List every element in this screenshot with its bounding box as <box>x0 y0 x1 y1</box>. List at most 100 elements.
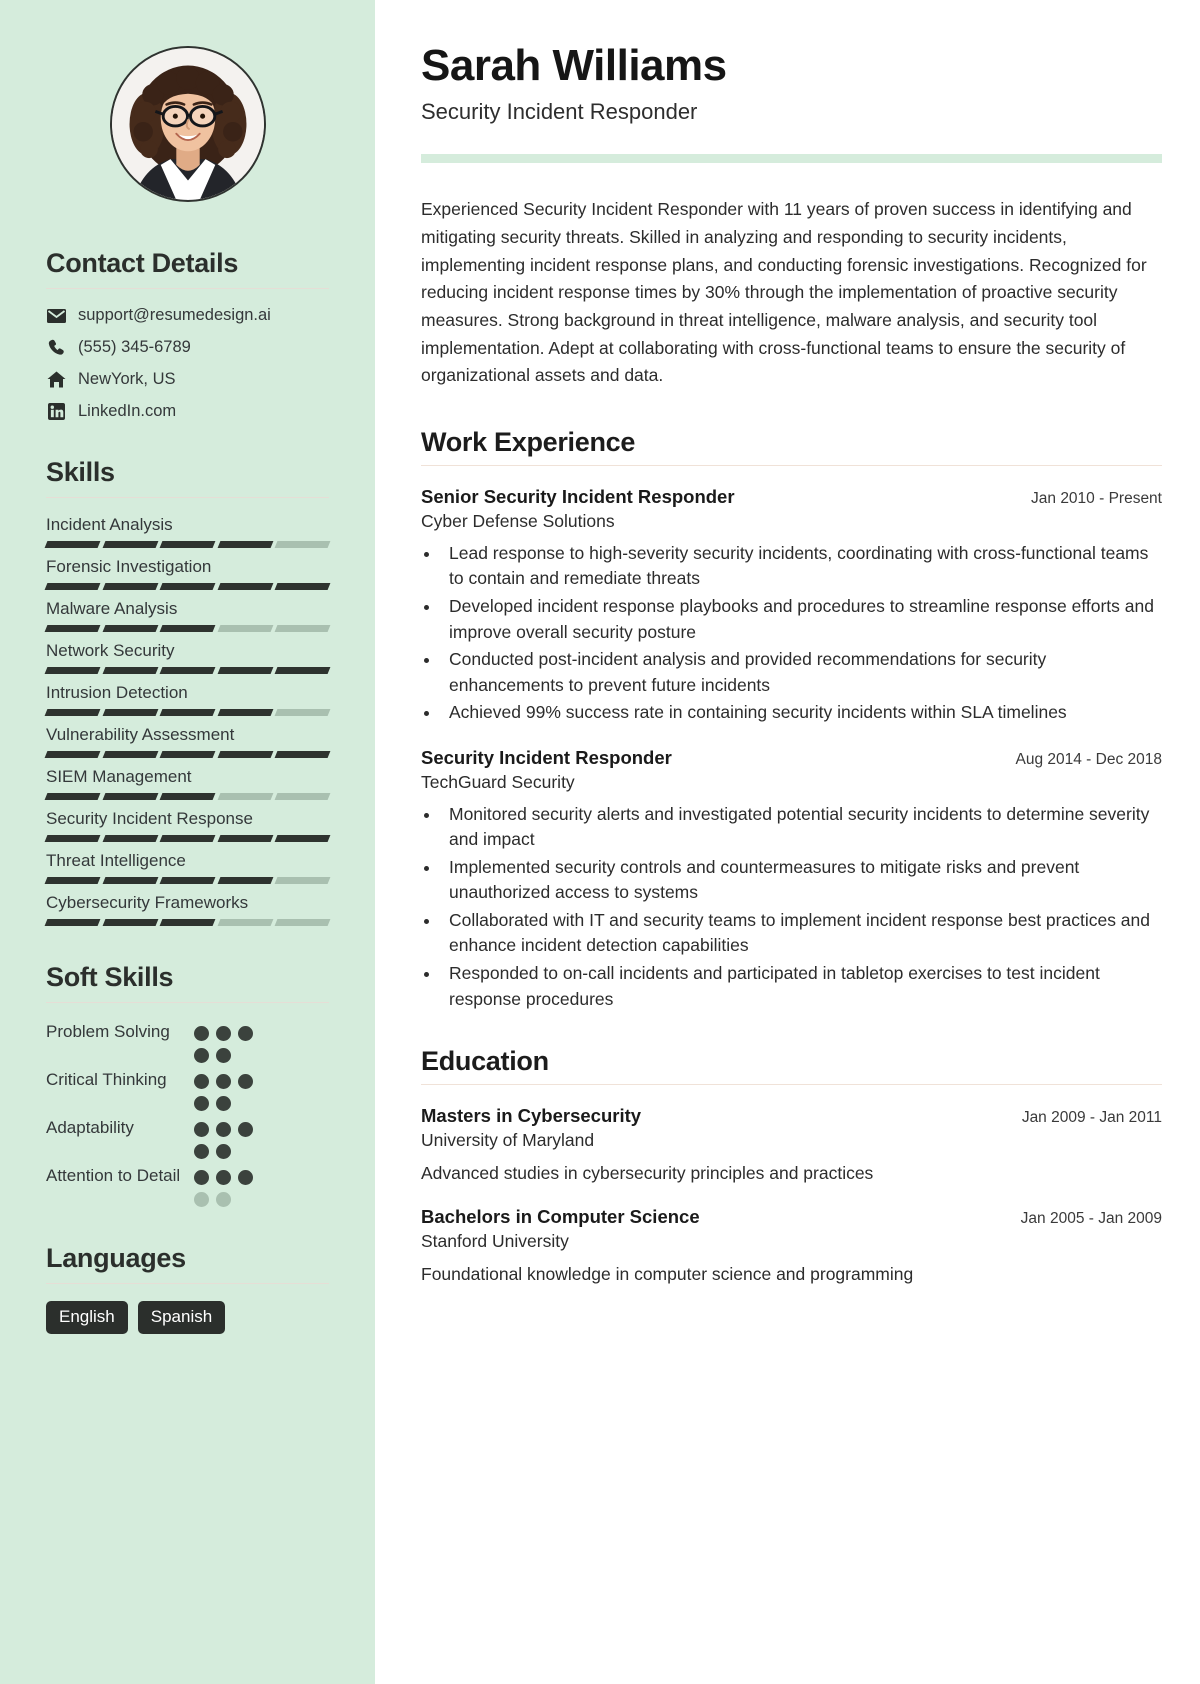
work-entry-header: Senior Security Incident Responder Jan 2… <box>421 486 1162 508</box>
contact-item-email[interactable]: support@resumedesign.ai <box>46 306 329 325</box>
skill-segment <box>274 919 331 926</box>
work-entry-title: Senior Security Incident Responder <box>421 485 735 507</box>
education-institution: University of Maryland <box>421 1130 595 1151</box>
skill-name: Incident Analysis <box>46 515 173 534</box>
soft-skill-name: Attention to Detail <box>46 1166 181 1185</box>
skill-segment <box>274 793 331 800</box>
education-date: Jan 2005 - Jan 2009 <box>1020 1210 1162 1228</box>
contact-value-email: support@resumedesign.ai <box>78 306 271 324</box>
skill-item: SIEM Management <box>44 767 331 800</box>
skill-level-bar <box>44 709 331 716</box>
contact-item-phone[interactable]: (555) 345-6789 <box>46 338 329 357</box>
contact-item-location[interactable]: NewYork, US <box>46 370 329 389</box>
soft-skills-heading: Soft Skills <box>46 962 174 992</box>
skill-segment <box>102 583 158 590</box>
work-bullet: Achieved 99% success rate in containing … <box>441 700 1162 726</box>
skill-name: Cybersecurity Frameworks <box>46 893 249 912</box>
divider <box>421 1084 1162 1086</box>
skill-item: Vulnerability Assessment <box>44 725 331 758</box>
skill-segment <box>217 625 273 632</box>
resume-page: Contact Details support@resumedesign.ai … <box>0 0 1200 1684</box>
languages-section: Languages English Spanish <box>46 1243 329 1334</box>
skill-item: Cybersecurity Frameworks <box>44 893 331 926</box>
soft-skill-rating <box>194 1164 270 1207</box>
soft-skill-rating <box>194 1020 270 1063</box>
rating-dot <box>238 1074 253 1089</box>
skill-segment <box>44 751 101 758</box>
rating-dot <box>216 1170 231 1185</box>
skill-segment <box>159 793 216 800</box>
page-title: Sarah Williams <box>421 41 727 90</box>
rating-dot <box>216 1122 231 1137</box>
soft-skill-item: Adaptability <box>46 1116 329 1159</box>
skill-segment <box>102 541 158 548</box>
soft-skills-list: Problem Solving Critical Thinking Adapta… <box>46 1020 329 1207</box>
accent-divider <box>421 154 1162 164</box>
skill-segment <box>274 751 331 758</box>
skill-segment <box>217 541 273 548</box>
skill-level-bar <box>44 667 331 674</box>
work-entry-company: TechGuard Security <box>421 771 575 792</box>
skill-segment <box>159 835 216 842</box>
skill-item: Security Incident Response <box>44 809 331 842</box>
skill-segment <box>159 667 216 674</box>
skill-segment <box>274 667 331 674</box>
work-entry-title: Security Incident Responder <box>421 746 672 768</box>
rating-dot <box>238 1026 253 1041</box>
contact-value-location: NewYork, US <box>78 370 176 388</box>
language-pill[interactable]: Spanish <box>137 1301 226 1334</box>
skill-level-bar <box>44 751 331 758</box>
skill-segment <box>102 709 158 716</box>
skills-list: Incident Analysis Forensic Investigation… <box>44 515 331 926</box>
skill-segment <box>159 541 216 548</box>
rating-dot <box>216 1026 231 1041</box>
skill-segment <box>44 583 101 590</box>
skill-segment <box>44 919 101 926</box>
rating-dot <box>194 1026 209 1041</box>
skill-segment <box>274 877 331 884</box>
phone-icon <box>46 339 66 356</box>
linkedin-icon <box>46 403 66 420</box>
skill-level-bar <box>44 541 331 548</box>
skill-level-bar <box>44 835 331 842</box>
education-entry: Bachelors in Computer Science Jan 2005 -… <box>421 1206 1162 1285</box>
skill-segment <box>44 835 101 842</box>
skill-segment <box>274 625 331 632</box>
language-pill[interactable]: English <box>46 1301 128 1334</box>
skill-segment <box>44 541 101 548</box>
work-bullet: Implemented security controls and counte… <box>441 855 1162 906</box>
education-list: Masters in Cybersecurity Jan 2009 - Jan … <box>421 1105 1162 1285</box>
sidebar: Contact Details support@resumedesign.ai … <box>0 0 375 1684</box>
contact-value-linkedin: LinkedIn.com <box>78 402 177 420</box>
skill-name: Malware Analysis <box>46 599 178 618</box>
skill-segment <box>217 751 273 758</box>
skill-segment <box>44 877 101 884</box>
education-degree: Bachelors in Computer Science <box>421 1206 700 1228</box>
work-bullet: Responded to on-call incidents and parti… <box>441 961 1162 1012</box>
work-experience-list: Senior Security Incident Responder Jan 2… <box>421 486 1162 1012</box>
rating-dot <box>194 1170 209 1185</box>
skill-segment <box>159 919 216 926</box>
skill-item: Forensic Investigation <box>44 557 331 590</box>
rating-dot <box>238 1122 253 1137</box>
main-content: Sarah Williams Security Incident Respond… <box>375 0 1200 1684</box>
education-heading: Education <box>421 1046 549 1077</box>
avatar-wrapper <box>46 46 329 202</box>
skill-segment <box>102 625 158 632</box>
skill-segment <box>217 793 273 800</box>
contact-details-heading: Contact Details <box>46 248 239 278</box>
contact-item-linkedin[interactable]: LinkedIn.com <box>46 402 329 421</box>
soft-skill-item: Critical Thinking <box>46 1068 329 1111</box>
education-entry: Masters in Cybersecurity Jan 2009 - Jan … <box>421 1105 1162 1184</box>
divider <box>46 1283 329 1284</box>
divider <box>46 288 329 289</box>
divider <box>421 464 1162 466</box>
skill-segment <box>102 877 158 884</box>
contact-details-section: Contact Details support@resumedesign.ai … <box>46 248 329 421</box>
skill-segment <box>102 793 158 800</box>
soft-skill-name: Problem Solving <box>46 1022 170 1041</box>
soft-skill-rating <box>194 1068 270 1111</box>
contact-value-phone: (555) 345-6789 <box>78 338 191 356</box>
work-entry-date: Jan 2010 - Present <box>1031 489 1162 507</box>
work-bullet-list: Lead response to high-severity security … <box>441 541 1162 726</box>
